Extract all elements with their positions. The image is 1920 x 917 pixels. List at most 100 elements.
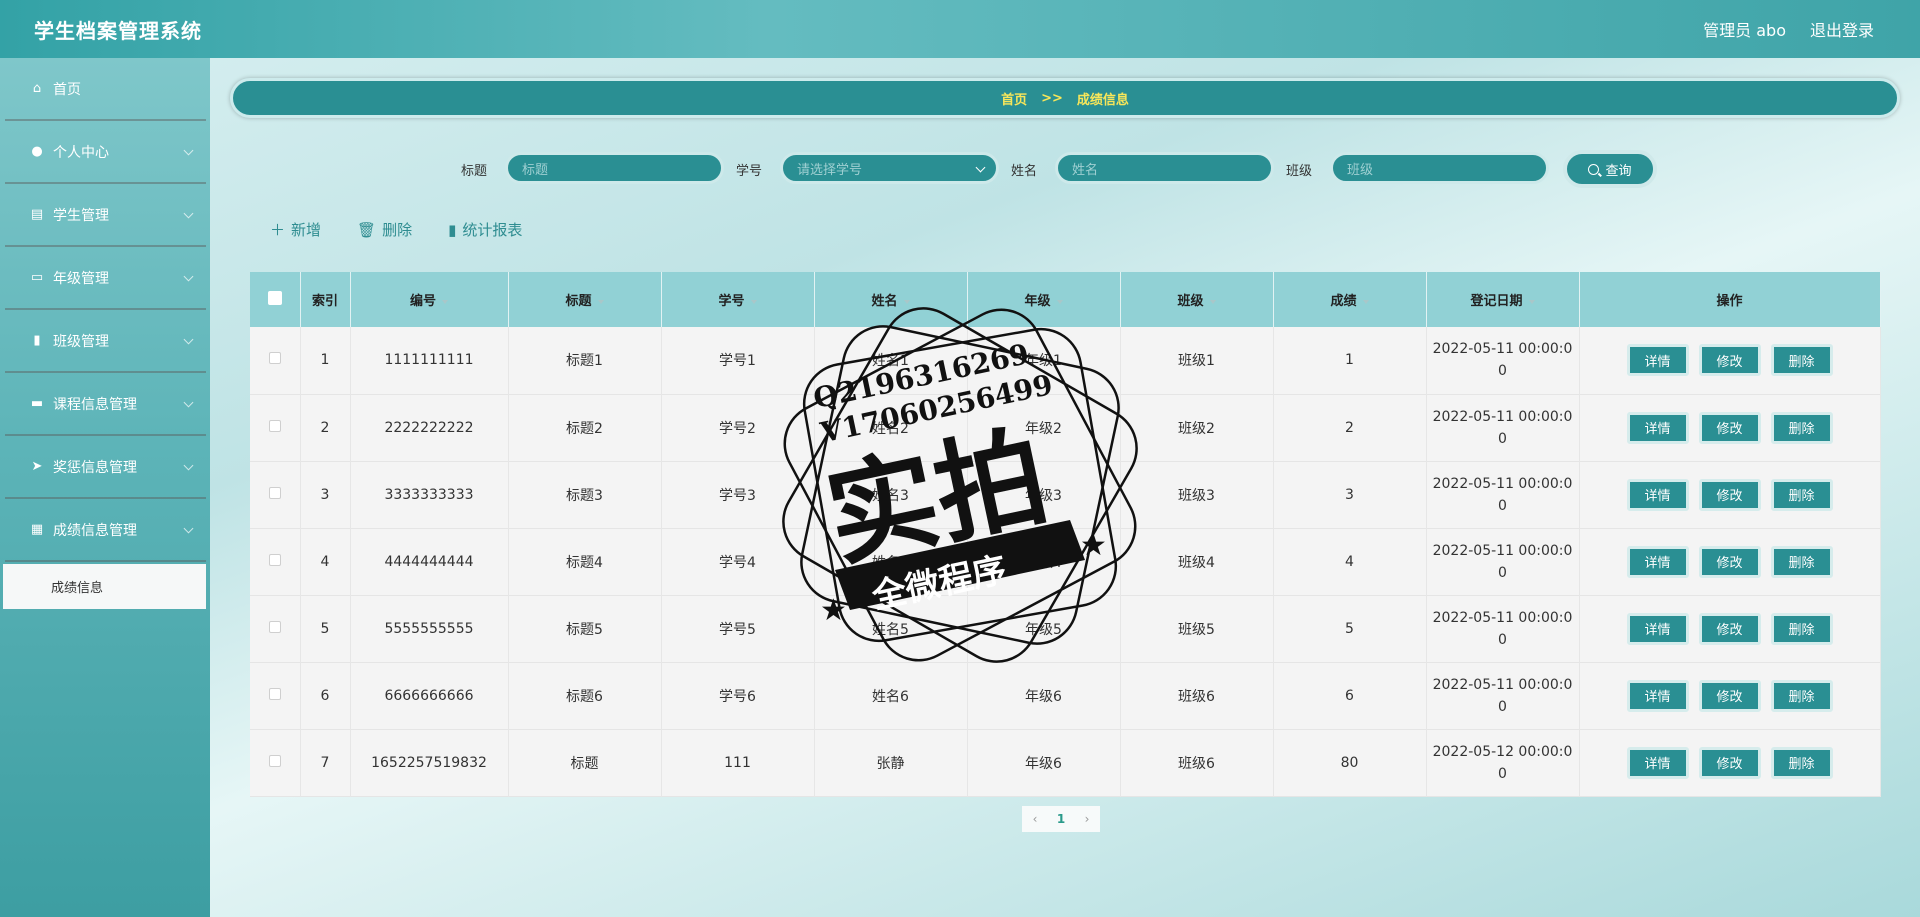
- detail-button[interactable]: 详情: [1626, 478, 1689, 511]
- class-cell: 班级2: [1120, 394, 1274, 461]
- sort-icon: [750, 299, 757, 304]
- sidebar-item-reward-management[interactable]: ➤ 奖惩信息管理: [5, 436, 206, 499]
- sidebar-item-student-management[interactable]: ▤ 学生管理: [5, 184, 206, 247]
- grade-cell: 年级2: [967, 394, 1121, 461]
- report-button[interactable]: ▮ 统计报表: [448, 219, 522, 240]
- header-label: 成绩: [1330, 294, 1357, 309]
- score-cell: 2: [1273, 394, 1427, 461]
- row-delete-button[interactable]: 删除: [1770, 746, 1833, 779]
- bar-chart-icon: ▮: [448, 220, 457, 239]
- title-label: 标题: [461, 164, 488, 179]
- date-line2: 0: [1498, 430, 1507, 447]
- trash-icon: 🗑: [357, 220, 377, 239]
- select-all-checkbox[interactable]: [250, 272, 301, 327]
- sidebar-item-grade-management[interactable]: ▭ 年级管理: [5, 247, 206, 310]
- delete-button[interactable]: 🗑 删除: [357, 219, 412, 240]
- detail-button[interactable]: 详情: [1626, 746, 1689, 779]
- page-number-button[interactable]: 1: [1048, 806, 1074, 832]
- checkbox-icon: [267, 290, 282, 305]
- next-page-button[interactable]: ›: [1074, 806, 1100, 832]
- grid-icon: ▦: [30, 522, 44, 537]
- checkbox-icon: [268, 687, 281, 700]
- column-header-date[interactable]: 登记日期: [1426, 272, 1580, 327]
- title-search-input[interactable]: 标题: [505, 152, 724, 184]
- actions-cell: 详情 修改 删除: [1579, 461, 1881, 528]
- column-header-title[interactable]: 标题: [508, 272, 662, 327]
- edit-button[interactable]: 修改: [1698, 612, 1761, 645]
- sidebar-subitem-score-info[interactable]: 成绩信息: [3, 564, 206, 609]
- score-cell: 1: [1273, 327, 1427, 394]
- row-delete-button[interactable]: 删除: [1770, 679, 1833, 712]
- edit-button[interactable]: 修改: [1698, 746, 1761, 779]
- row-checkbox[interactable]: [250, 461, 301, 528]
- checkbox-icon: [268, 553, 281, 566]
- date-cell: 2022-05-12 00:00:0 0: [1426, 729, 1580, 796]
- row-checkbox[interactable]: [250, 729, 301, 796]
- edit-button[interactable]: 修改: [1698, 344, 1761, 377]
- column-header-name[interactable]: 姓名: [814, 272, 968, 327]
- add-button[interactable]: ＋ 新增: [270, 219, 321, 240]
- row-checkbox[interactable]: [250, 528, 301, 595]
- row-checkbox[interactable]: [250, 662, 301, 729]
- sidebar-item-home[interactable]: ⌂ 首页: [5, 58, 206, 121]
- no-cell: 1652257519832: [350, 729, 509, 796]
- sidebar-item-score-management[interactable]: ▦ 成绩信息管理: [5, 499, 206, 562]
- student-no-cell: 学号1: [661, 327, 815, 394]
- row-checkbox[interactable]: [250, 595, 301, 662]
- sort-icon: [1528, 299, 1535, 304]
- sidebar-item-course-management[interactable]: ▬ 课程信息管理: [5, 373, 206, 436]
- table-row: 1 1111111111 标题1 学号1 姓名1 年级1 班级1 1 2022-05-11 00…: [250, 327, 1881, 394]
- detail-button[interactable]: 详情: [1626, 344, 1689, 377]
- prev-page-button[interactable]: ‹: [1022, 806, 1048, 832]
- date-line1: 2022-05-11 00:00:0: [1432, 475, 1573, 492]
- index-cell: 1: [300, 327, 351, 394]
- student-no-select[interactable]: 请选择学号: [780, 152, 999, 184]
- name-cell: 姓名2: [814, 394, 968, 461]
- column-header-class[interactable]: 班级: [1120, 272, 1274, 327]
- edit-button[interactable]: 修改: [1698, 478, 1761, 511]
- row-checkbox[interactable]: [250, 394, 301, 461]
- header-user-area: 管理员 abo 退出登录: [1703, 17, 1874, 41]
- detail-button[interactable]: 详情: [1626, 545, 1689, 578]
- sidebar-item-class-management[interactable]: ▮ 班级管理: [5, 310, 206, 373]
- sort-icon: [442, 299, 448, 304]
- actions-cell: 详情 修改 删除: [1579, 729, 1881, 796]
- date-cell: 2022-05-11 00:00:0 0: [1426, 461, 1580, 528]
- score-cell: 4: [1273, 528, 1427, 595]
- date-line1: 2022-05-11 00:00:0: [1432, 341, 1573, 358]
- briefcase-icon: ▭: [30, 270, 44, 285]
- detail-button[interactable]: 详情: [1626, 679, 1689, 712]
- column-header-student-no[interactable]: 学号: [661, 272, 815, 327]
- date-cell: 2022-05-11 00:00:0 0: [1426, 595, 1580, 662]
- edit-button[interactable]: 修改: [1698, 545, 1761, 578]
- column-header-score[interactable]: 成绩: [1273, 272, 1427, 327]
- table-row: 2 2222222222 标题2 学号2 姓名2 年级2 班级2 2 2022-05-11 00…: [250, 394, 1881, 461]
- name-cell: 姓名3: [814, 461, 968, 528]
- date-line1: 2022-05-11 00:00:0: [1432, 676, 1573, 693]
- user-label[interactable]: 管理员 abo: [1703, 17, 1786, 41]
- pagination: ‹ 1 ›: [1022, 806, 1100, 832]
- student-no-label: 学号: [736, 164, 763, 179]
- actions-cell: 详情 修改 删除: [1579, 662, 1881, 729]
- row-delete-button[interactable]: 删除: [1770, 545, 1833, 578]
- search-button[interactable]: 查询: [1563, 150, 1657, 188]
- row-delete-button[interactable]: 删除: [1770, 612, 1833, 645]
- name-search-input[interactable]: 姓名: [1055, 152, 1274, 184]
- row-delete-button[interactable]: 删除: [1770, 478, 1833, 511]
- title-cell: 标题2: [508, 394, 662, 461]
- row-checkbox[interactable]: [250, 327, 301, 394]
- column-header-grade[interactable]: 年级: [967, 272, 1121, 327]
- row-delete-button[interactable]: 删除: [1770, 411, 1833, 444]
- class-search-input[interactable]: 班级: [1330, 152, 1549, 184]
- column-header-no[interactable]: 编号: [350, 272, 509, 327]
- edit-button[interactable]: 修改: [1698, 411, 1761, 444]
- student-no-cell: 111: [661, 729, 815, 796]
- logout-button[interactable]: 退出登录: [1810, 17, 1874, 41]
- breadcrumb-home[interactable]: 首页: [1001, 89, 1027, 108]
- score-cell: 6: [1273, 662, 1427, 729]
- edit-button[interactable]: 修改: [1698, 679, 1761, 712]
- detail-button[interactable]: 详情: [1626, 612, 1689, 645]
- detail-button[interactable]: 详情: [1626, 411, 1689, 444]
- row-delete-button[interactable]: 删除: [1770, 344, 1833, 377]
- name-cell: 姓名5: [814, 595, 968, 662]
